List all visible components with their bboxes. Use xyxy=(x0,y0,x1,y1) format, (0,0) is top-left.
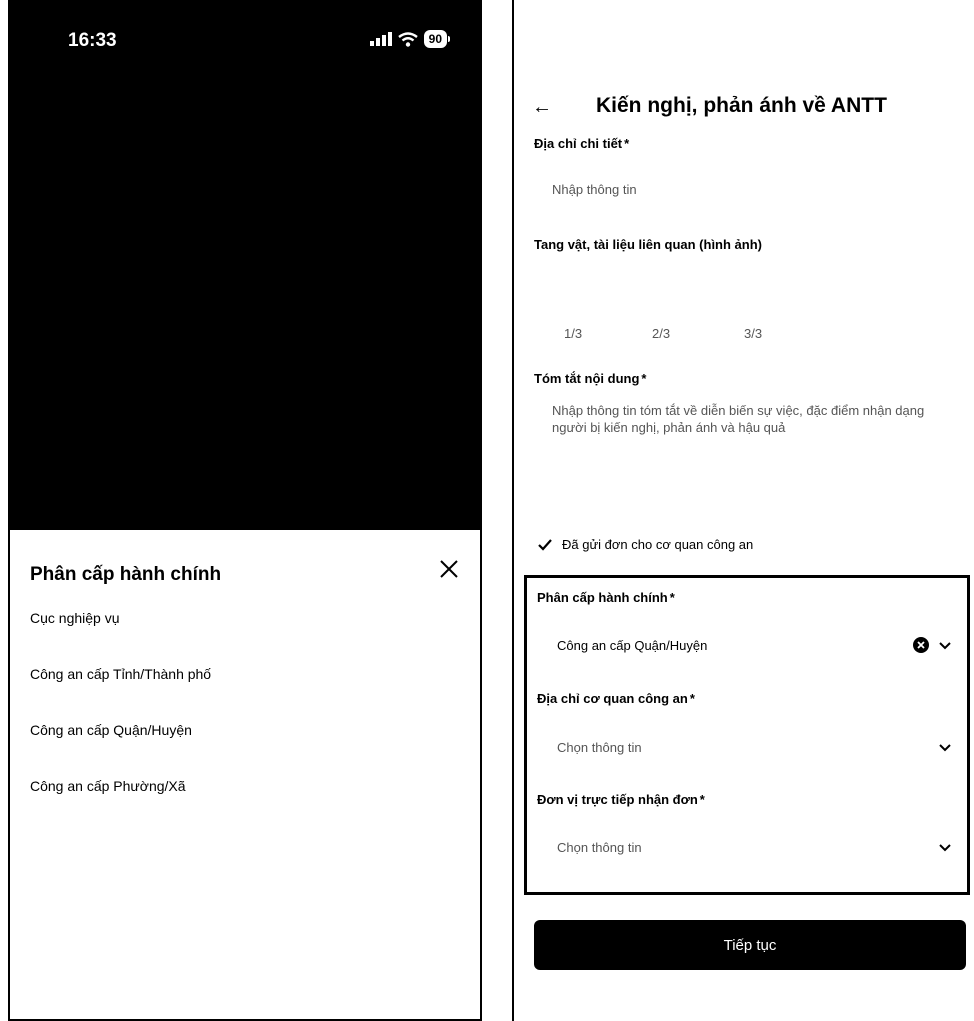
summary-textarea[interactable]: Nhập thông tin tóm tắt về diễn biến sự v… xyxy=(552,402,952,436)
address-input[interactable]: Nhập thông tin xyxy=(552,182,637,197)
option-cap-phuong[interactable]: Công an cấp Phường/Xã xyxy=(30,778,186,794)
option-cap-quan[interactable]: Công an cấp Quận/Huyện xyxy=(30,722,192,738)
image-slot-3-counter[interactable]: 3/3 xyxy=(744,326,762,341)
cellular-signal-icon xyxy=(369,32,392,46)
summary-label: Tóm tắt nội dung * xyxy=(534,371,647,386)
left-phone-screen: 16:33 90 Phân cấp hành chính Cục nghiệp … xyxy=(8,0,482,1021)
sheet-title: Phân cấp hành chính xyxy=(30,564,222,585)
police-address-placeholder: Chọn thông tin xyxy=(557,740,642,755)
battery-level: 90 xyxy=(423,30,447,48)
image-slot-1-counter[interactable]: 1/3 xyxy=(564,326,582,341)
option-cuc-nghiep-vu[interactable]: Cục nghiệp vụ xyxy=(30,610,120,626)
option-cap-tinh[interactable]: Công an cấp Tỉnh/Thành phố xyxy=(30,666,211,682)
checkmark-icon xyxy=(538,538,552,551)
evidence-label: Tang vật, tài liệu liên quan (hình ảnh) xyxy=(534,237,762,252)
chevron-down-icon[interactable] xyxy=(939,844,951,852)
police-selection-section: Phân cấp hành chính * Công an cấp Quận/Hu… xyxy=(524,575,970,895)
wifi-icon xyxy=(397,31,418,47)
image-slot-2-counter[interactable]: 2/3 xyxy=(652,326,670,341)
close-icon[interactable] xyxy=(440,560,458,578)
status-time: 16:33 xyxy=(68,30,117,51)
continue-button[interactable]: Tiếp tục xyxy=(534,920,966,970)
right-phone-screen: ← Kiến nghị, phản ánh về ANTT Địa chỉ ch… xyxy=(512,0,974,1021)
receiving-unit-label: Đơn vị trực tiếp nhận đơn * xyxy=(537,792,705,807)
sent-to-police-label: Đã gửi đơn cho cơ quan công an xyxy=(562,537,754,552)
admin-level-label: Phân cấp hành chính * xyxy=(537,590,675,605)
receiving-unit-placeholder: Chọn thông tin xyxy=(557,840,642,855)
admin-level-value: Công an cấp Quận/Huyện xyxy=(557,638,708,653)
dimmed-backdrop[interactable]: 16:33 90 xyxy=(10,0,480,530)
back-arrow-icon[interactable]: ← xyxy=(532,96,552,119)
police-address-label: Địa chỉ cơ quan công an * xyxy=(537,691,695,706)
bottom-sheet: Phân cấp hành chính Cục nghiệp vụ Công a… xyxy=(10,530,480,1019)
status-icons: 90 xyxy=(369,30,450,48)
battery-icon xyxy=(448,36,450,42)
clear-icon[interactable] xyxy=(913,637,929,653)
page-title: Kiến nghị, phản ánh về ANTT xyxy=(596,94,887,117)
chevron-down-icon[interactable] xyxy=(939,642,951,650)
chevron-down-icon[interactable] xyxy=(939,744,951,752)
sent-to-police-checkbox[interactable]: Đã gửi đơn cho cơ quan công an xyxy=(538,537,753,552)
address-label: Địa chỉ chi tiết * xyxy=(534,136,630,151)
